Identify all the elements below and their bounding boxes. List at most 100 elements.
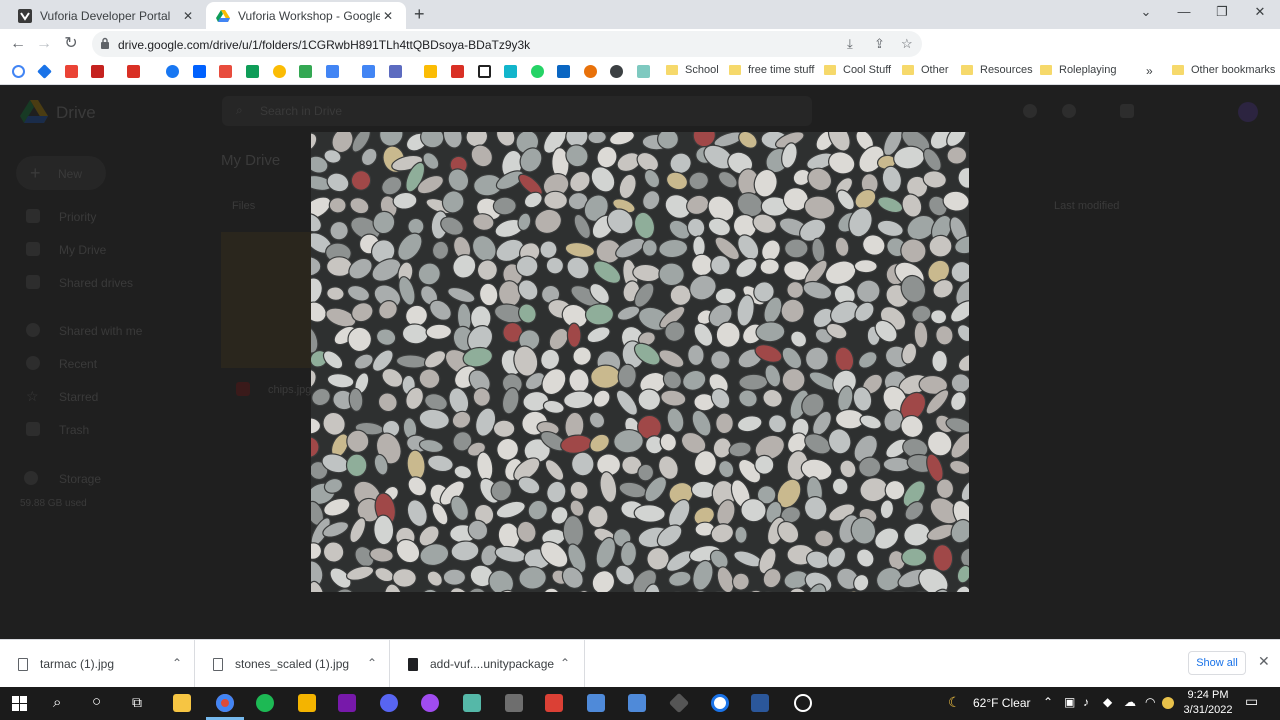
other-bookmarks-folder[interactable]: Other bookmarks [1172, 64, 1275, 76]
drive-bookmark-icon[interactable] [299, 65, 312, 78]
password-manager-icon[interactable] [711, 694, 729, 712]
nav-starred[interactable]: Starred [59, 390, 98, 404]
image-preview[interactable] [311, 132, 969, 592]
dropbox-bookmark-icon[interactable] [193, 65, 206, 78]
system-clock[interactable]: 9:24 PM 3/31/2022 [1178, 688, 1238, 718]
onedrive-cloud-icon[interactable]: ☁ [1124, 695, 1136, 709]
restore-button[interactable]: ❐ [1212, 4, 1232, 20]
nav-trash[interactable]: Trash [59, 423, 89, 437]
gmail-alt-bookmark-icon[interactable] [91, 65, 104, 78]
share-icon[interactable]: ⇪ [874, 36, 885, 52]
app-blue-2-icon[interactable] [628, 694, 646, 712]
volume-icon[interactable]: ♪ [1083, 695, 1089, 709]
bookmark-star-icon[interactable]: ☆ [901, 36, 913, 52]
whatsapp-bookmark-icon[interactable] [531, 65, 544, 78]
messenger-icon[interactable] [421, 694, 439, 712]
download-item-tarmac[interactable]: tarmac (1).jpg ⌃ [0, 640, 195, 688]
calendar-2-bookmark-icon[interactable] [389, 65, 402, 78]
tray-status-icon[interactable] [1162, 697, 1174, 709]
unity-icon[interactable] [668, 692, 690, 714]
drive-2-bookmark-icon[interactable] [326, 65, 339, 78]
google-bookmark-icon[interactable] [12, 65, 25, 78]
bookmark-folder-school[interactable]: School [666, 64, 719, 76]
notifications-icon[interactable]: ▭ [1245, 693, 1258, 710]
close-downloads-icon[interactable]: ✕ [1258, 653, 1270, 670]
app-blue-icon[interactable] [587, 694, 605, 712]
account-avatar[interactable] [1238, 102, 1258, 122]
obs-icon[interactable] [794, 694, 812, 712]
teal-bookmark-icon[interactable] [504, 65, 517, 78]
help-icon[interactable] [1023, 104, 1037, 118]
bookmark-folder-cool-stuff[interactable]: Cool Stuff [824, 64, 891, 76]
task-view-icon[interactable]: ⧉ [132, 694, 142, 711]
photos-bookmark-icon[interactable] [273, 65, 286, 78]
bookmarks-overflow-button[interactable]: » [1146, 64, 1153, 78]
todoist-icon[interactable] [545, 694, 563, 712]
gmail-bookmark-icon[interactable] [65, 65, 78, 78]
address-bar[interactable]: drive.google.com/drive/u/1/folders/1CGRw… [92, 31, 922, 57]
diamond-bookmark-icon[interactable] [37, 64, 52, 79]
close-tab-icon[interactable]: ✕ [380, 9, 396, 23]
moon-weather-icon[interactable]: ☾ [948, 694, 961, 711]
spotify-icon[interactable] [256, 694, 274, 712]
dropbox-tray-icon[interactable]: ◆ [1103, 695, 1112, 709]
close-tab-icon[interactable]: ✕ [180, 9, 196, 23]
sort-last-modified[interactable]: Last modified [1054, 200, 1119, 212]
amazon-bookmark-icon[interactable] [478, 65, 491, 78]
drive-search-box[interactable]: ⌕ Search in Drive [222, 96, 812, 126]
chrome-icon[interactable] [216, 694, 234, 712]
breadcrumb-my-drive[interactable]: My Drive [221, 152, 280, 169]
nav-my-drive[interactable]: My Drive [59, 243, 106, 257]
keep-bookmark-icon[interactable] [424, 65, 437, 78]
onenote-icon[interactable] [338, 694, 356, 712]
search-icon[interactable]: ⌕ [53, 694, 61, 711]
file-thumbnail[interactable] [221, 232, 313, 368]
mint-app-icon[interactable] [463, 694, 481, 712]
show-all-downloads-button[interactable]: Show all [1188, 651, 1246, 675]
nav-recent[interactable]: Recent [59, 357, 97, 371]
chevron-up-icon[interactable]: ⌃ [560, 656, 570, 670]
inkscape-icon[interactable] [505, 694, 523, 712]
file-explorer-icon[interactable] [173, 694, 191, 712]
nav-storage[interactable]: Storage [59, 472, 101, 486]
download-item-unitypackage[interactable]: add-vuf....unitypackage ⌃ [390, 640, 585, 688]
bookmark-folder-other[interactable]: Other [902, 64, 949, 76]
settings-gear-icon[interactable] [1062, 104, 1076, 118]
windows-start-icon[interactable] [12, 696, 27, 711]
discord-icon[interactable] [380, 694, 398, 712]
sheets-bookmark-icon[interactable] [246, 65, 259, 78]
nav-priority[interactable]: Priority [59, 210, 96, 224]
tab-search-icon[interactable]: ⌄ [1136, 4, 1156, 20]
linkedin-bookmark-icon[interactable] [557, 65, 570, 78]
chevron-up-icon[interactable]: ⌃ [172, 656, 182, 670]
new-tab-button[interactable]: + [414, 4, 425, 25]
tray-chevron-icon[interactable]: ⌃ [1043, 695, 1053, 709]
orange-bookmark-icon[interactable] [584, 65, 597, 78]
nav-shared-with-me[interactable]: Shared with me [59, 324, 142, 338]
nav-shared-drives[interactable]: Shared drives [59, 276, 133, 290]
close-window-button[interactable]: ✕ [1250, 4, 1270, 20]
calendar-bookmark-icon[interactable] [362, 65, 375, 78]
bookmark-folder-roleplaying[interactable]: Roleplaying [1040, 64, 1116, 76]
chevron-up-icon[interactable]: ⌃ [367, 656, 377, 670]
tab-vuforia-developer-portal[interactable]: Vuforia Developer Portal ✕ [8, 2, 206, 29]
download-item-stones[interactable]: stones_scaled (1).jpg ⌃ [195, 640, 390, 688]
install-app-icon[interactable]: ⤓ [847, 36, 853, 52]
red-bookmark-icon[interactable] [219, 65, 232, 78]
new-button[interactable]: + New [16, 156, 106, 190]
bookmark-folder-free-time[interactable]: free time stuff [729, 64, 814, 76]
reload-button[interactable]: ↻ [62, 35, 80, 53]
keep-icon[interactable] [298, 694, 316, 712]
apps-grid-icon[interactable] [1120, 104, 1134, 118]
back-button[interactable]: ← [9, 35, 27, 53]
minimize-button[interactable]: — [1174, 4, 1194, 19]
todoist-bookmark-icon[interactable] [451, 65, 464, 78]
dark-bookmark-icon[interactable] [610, 65, 623, 78]
facebook-bookmark-icon[interactable] [166, 65, 179, 78]
gmail-2-bookmark-icon[interactable] [127, 65, 140, 78]
bookmark-folder-resources[interactable]: Resources [961, 64, 1033, 76]
file-name[interactable]: chips.jpg [268, 384, 311, 396]
tab-vuforia-workshop-drive[interactable]: Vuforia Workshop - Google Drive ✕ [206, 2, 406, 29]
tray-device-icon[interactable]: ▣ [1064, 695, 1075, 709]
wifi-icon[interactable]: ◠ [1145, 695, 1155, 709]
